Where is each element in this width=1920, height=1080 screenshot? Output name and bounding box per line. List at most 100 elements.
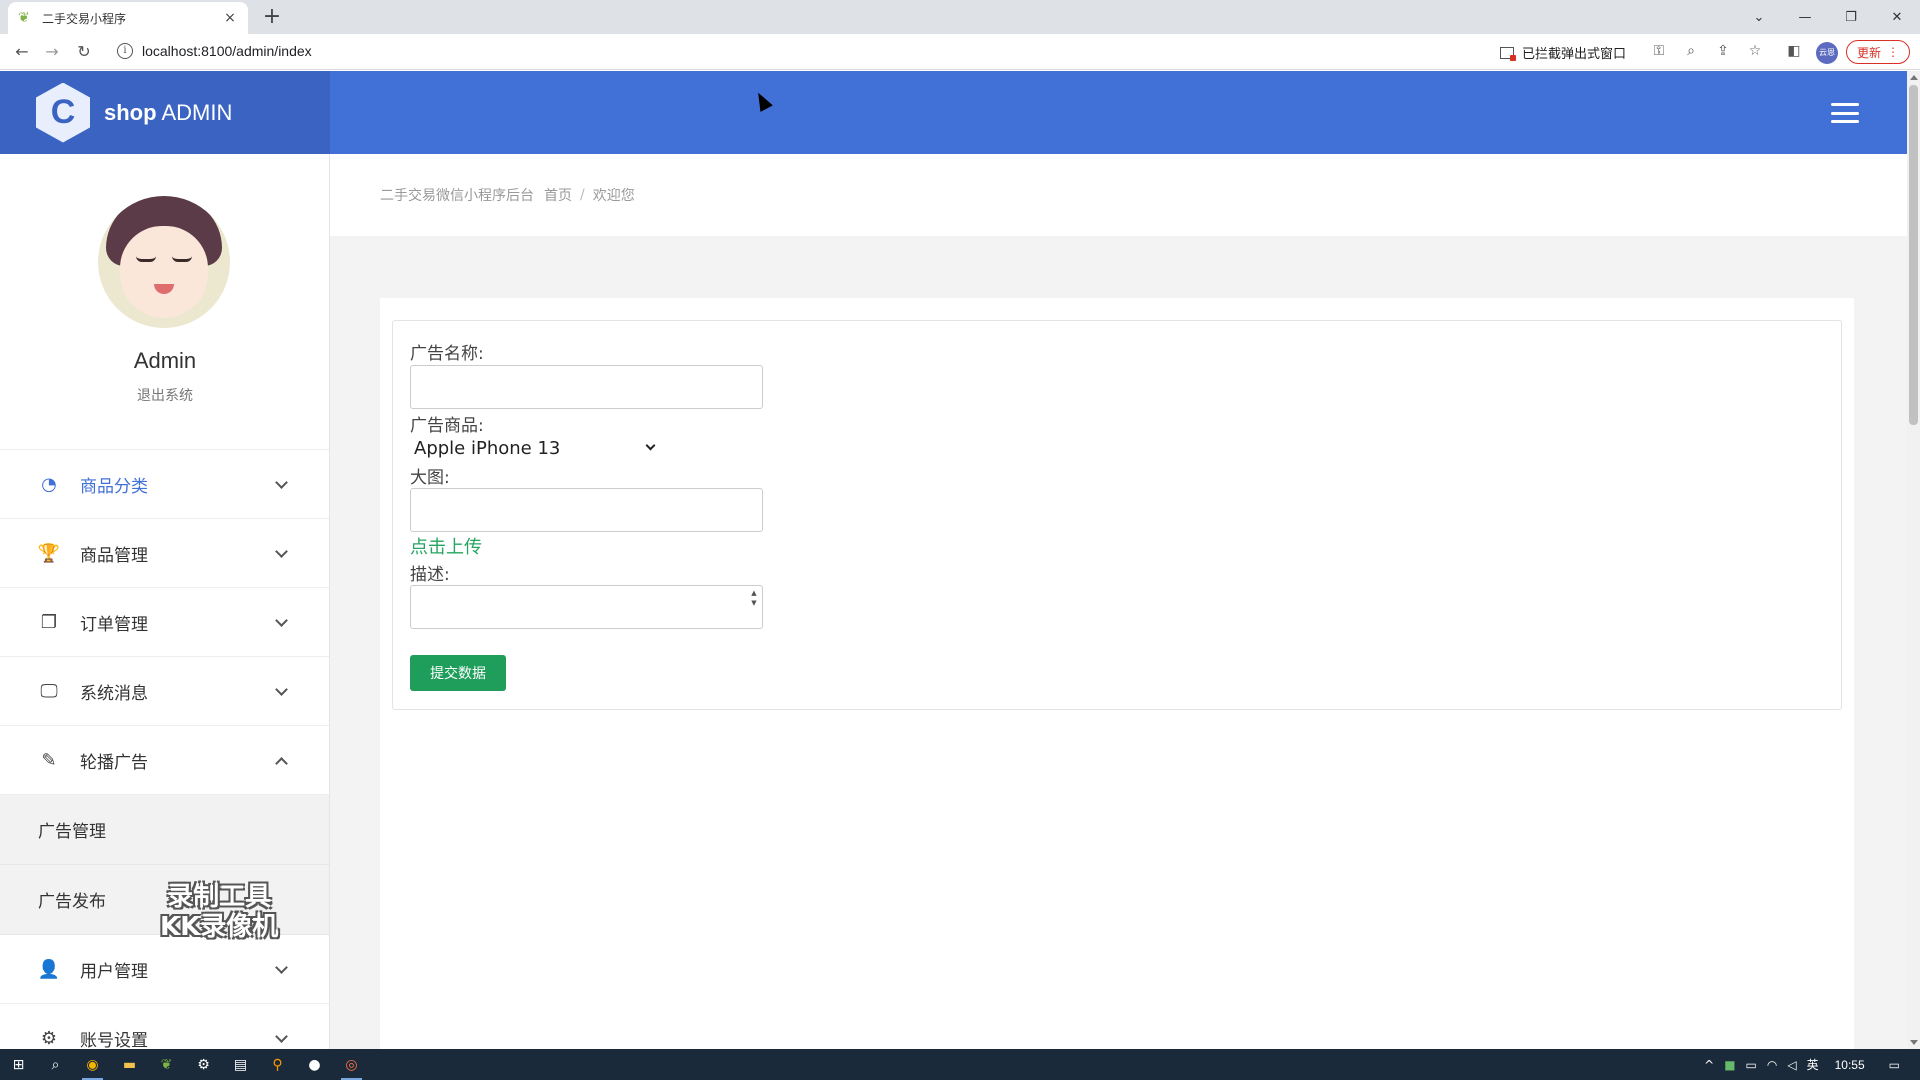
sidebar-item-label: 用户管理 — [80, 961, 148, 982]
tray-volume-icon[interactable]: ◁ — [1787, 1058, 1796, 1072]
system-tray: ^ ■ ▭ ◠ ◁ 英 10:55 ▭ — [1704, 1049, 1920, 1080]
update-button[interactable]: 更新 ⋮ — [1846, 40, 1910, 64]
desc-label: 描述: — [410, 565, 450, 585]
copy-icon: ❐ — [40, 611, 58, 633]
breadcrumb-current: 欢迎您 — [592, 188, 635, 204]
browser-tab[interactable]: ❦ 二手交易小程序 × — [8, 2, 248, 34]
edit-icon: ✎ — [41, 749, 57, 771]
taskbar-search-icon[interactable]: ⌕ — [37, 1049, 74, 1080]
logo-rest: ADMIN — [156, 99, 233, 125]
ad-product-select[interactable]: Apple iPhone 13 — [410, 435, 660, 461]
taskbar-chrome-icon[interactable]: ◉ — [74, 1049, 111, 1080]
key-icon[interactable]: ⚿ — [1649, 43, 1669, 59]
sidebar-item-label: 商品管理 — [80, 545, 148, 566]
back-icon[interactable]: ← — [12, 42, 32, 62]
scroll-down-icon[interactable] — [1910, 1040, 1918, 1045]
browser-tab-bar: ❦ 二手交易小程序 × + ⌄ — ❐ ✕ — [0, 0, 1920, 34]
zoom-icon[interactable]: ⌕ — [1681, 43, 1701, 59]
more-icon: ⋮ — [1887, 45, 1899, 59]
sidebar: Admin 退出系统 ◔ 商品分类 🏆 商品管理 ❐ 订单管理 🖵 系统消息 ✎… — [0, 154, 330, 1049]
tray-wifi-icon[interactable]: ◠ — [1767, 1058, 1777, 1072]
ad-name-label: 广告名称: — [410, 344, 484, 364]
forward-icon[interactable]: → — [42, 42, 62, 62]
profile-avatar[interactable]: 云恩 — [1816, 42, 1838, 64]
chevron-down-icon — [275, 545, 288, 558]
notification-icon[interactable]: ▭ — [1889, 1058, 1900, 1072]
page-scrollbar[interactable] — [1907, 71, 1920, 1049]
ad-name-input[interactable] — [410, 365, 763, 409]
sidebar-item-label: 系统消息 — [80, 683, 148, 704]
restore-icon[interactable]: ❐ — [1828, 0, 1874, 34]
tray-app-icon[interactable]: ■ — [1724, 1058, 1735, 1072]
update-label: 更新 — [1856, 45, 1881, 60]
dashboard-icon: ◔ — [41, 473, 57, 495]
logo[interactable]: C shop ADMIN — [0, 71, 330, 154]
popup-blocked-label: 已拦截弹出式窗口 — [1522, 47, 1627, 62]
url-text[interactable]: localhost:8100/admin/index — [142, 43, 312, 59]
watermark-line1: 录制工具 — [167, 882, 272, 912]
taskbar-chat-icon[interactable]: ● — [296, 1049, 333, 1080]
taskbar-search-tool-icon[interactable]: ⚲ — [259, 1049, 296, 1080]
chevron-up-icon — [275, 757, 288, 770]
scroll-up-icon[interactable] — [1910, 75, 1918, 80]
cogs-icon: ⚙ — [40, 1027, 58, 1049]
sidebar-item-orders[interactable]: ❐ 订单管理 — [0, 588, 329, 657]
chevron-down-icon — [275, 961, 288, 974]
tray-network-icon[interactable]: ▭ — [1746, 1058, 1757, 1072]
tray-ime[interactable]: 英 — [1807, 1056, 1819, 1073]
sidebar-item-products[interactable]: 🏆 商品管理 — [0, 519, 329, 588]
chevron-down-icon — [275, 614, 288, 627]
textarea-spinner[interactable]: ▲ ▼ — [748, 588, 760, 626]
sidebar-item-carousel-ads[interactable]: ✎ 轮播广告 — [0, 726, 329, 795]
desc-textarea[interactable]: ▲ ▼ — [410, 585, 763, 629]
taskbar-recorder-icon[interactable]: ◎ — [333, 1049, 370, 1080]
ad-product-selected: Apple iPhone 13 — [414, 437, 561, 459]
sidebar-item-users[interactable]: 👤 用户管理 — [0, 935, 329, 1004]
popup-blocked-indicator[interactable]: 已拦截弹出式窗口 — [1500, 43, 1626, 62]
user-icon: 👤 — [37, 958, 61, 980]
taskbar: ⊞ ⌕ ◉ ▬ ❦ ⚙ ▤ ⚲ ● ◎ ^ ■ ▭ ◠ ◁ 英 10:55 ▭ — [0, 1049, 1920, 1080]
image-input[interactable] — [410, 488, 763, 532]
tray-clock[interactable]: 10:55 — [1835, 1058, 1865, 1072]
recorder-watermark: 录制工具 KK录像机 — [160, 882, 278, 942]
share-icon[interactable]: ⇪ — [1713, 43, 1733, 59]
taskbar-settings-icon[interactable]: ⚙ — [185, 1049, 222, 1080]
site-info-icon[interactable]: i — [117, 43, 133, 59]
ad-form: 广告名称: 广告商品: Apple iPhone 13 大图: 点击上传 描述:… — [392, 320, 1842, 710]
chevron-down-icon — [645, 440, 656, 451]
scroll-thumb[interactable] — [1909, 85, 1918, 425]
tray-expand-icon[interactable]: ^ — [1704, 1058, 1714, 1072]
bookmark-star-icon[interactable]: ☆ — [1745, 43, 1765, 59]
taskbar-leaf-icon[interactable]: ❦ — [148, 1049, 185, 1080]
desktop-icon: 🖵 — [40, 680, 58, 702]
ad-product-label: 广告商品: — [410, 416, 484, 436]
side-panel-icon[interactable]: ◧ — [1784, 43, 1804, 59]
submit-button[interactable]: 提交数据 — [410, 655, 506, 691]
new-tab-icon[interactable]: + — [260, 6, 284, 28]
hamburger-menu-icon[interactable] — [1831, 103, 1859, 123]
logo-text: shop ADMIN — [104, 100, 232, 126]
breadcrumb-brand: 二手交易微信小程序后台 — [380, 188, 534, 204]
windows-start-icon[interactable]: ⊞ — [0, 1049, 37, 1080]
taskbar-folder-icon[interactable]: ▬ — [111, 1049, 148, 1080]
breadcrumb-home[interactable]: 首页 — [544, 185, 572, 205]
sidebar-item-account[interactable]: ⚙ 账号设置 — [0, 1004, 329, 1049]
tab-list-icon[interactable]: ⌄ — [1736, 0, 1782, 34]
sidebar-subitem-ad-manage[interactable]: 广告管理 — [0, 795, 329, 865]
tab-close-icon[interactable]: × — [222, 10, 238, 26]
reload-icon[interactable]: ↻ — [74, 42, 94, 62]
minimize-icon[interactable]: — — [1782, 0, 1828, 34]
address-bar: ← → ↻ i localhost:8100/admin/index 已拦截弹出… — [0, 34, 1920, 70]
logout-link[interactable]: 退出系统 — [0, 385, 329, 405]
window-close-icon[interactable]: ✕ — [1874, 0, 1920, 34]
sidebar-item-label: 订单管理 — [80, 614, 148, 635]
watermark-line2: KK录像机 — [160, 912, 279, 942]
user-name: Admin — [133, 348, 197, 373]
breadcrumb: 二手交易微信小程序后台 首页 / 欢迎您 — [330, 154, 1907, 236]
sidebar-item-messages[interactable]: 🖵 系统消息 — [0, 657, 329, 726]
logo-bold: shop — [104, 99, 157, 125]
taskbar-notepad-icon[interactable]: ▤ — [222, 1049, 259, 1080]
leaf-favicon-icon: ❦ — [18, 10, 30, 26]
upload-link[interactable]: 点击上传 — [410, 533, 482, 559]
sidebar-item-category[interactable]: ◔ 商品分类 — [0, 450, 329, 519]
